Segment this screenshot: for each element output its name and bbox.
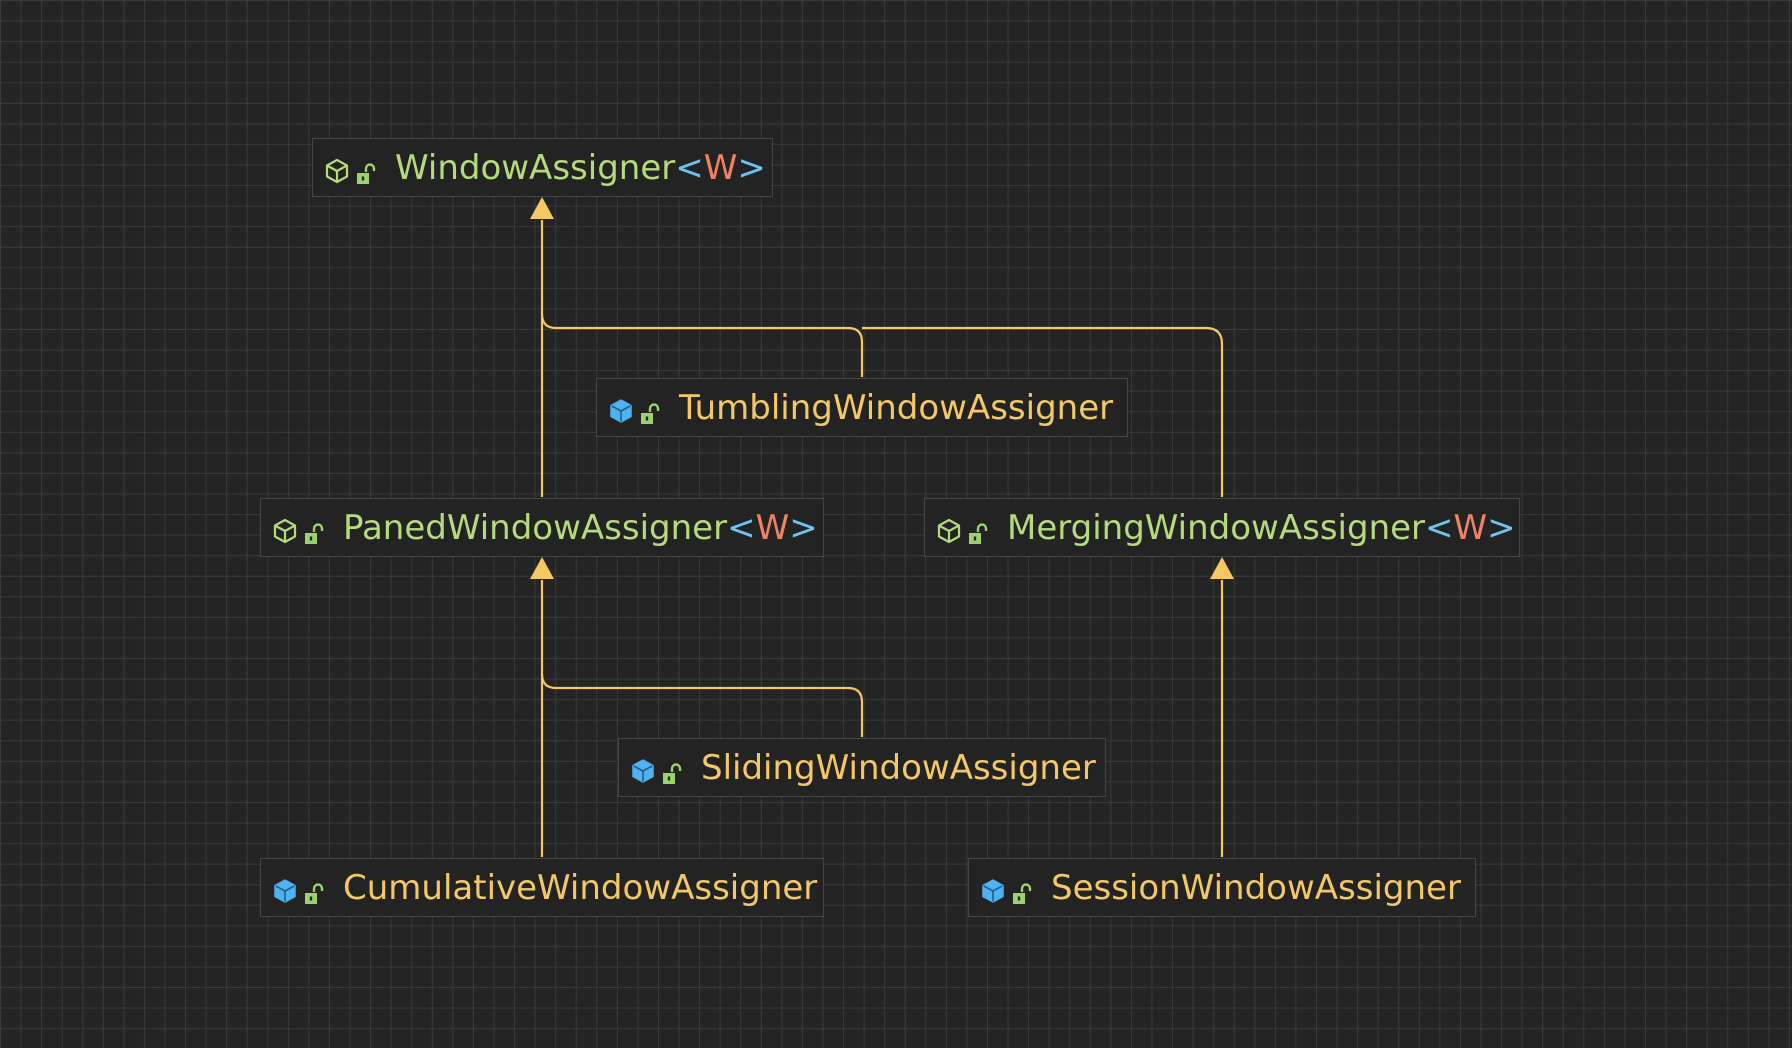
unlocked-public-icon (661, 756, 683, 784)
unlocked-public-icon (639, 396, 661, 424)
diagram-canvas: WindowAssigner < W > TumblingWindowAssigner… (0, 0, 1792, 1048)
node-name: SessionWindowAssigner (1051, 867, 1461, 908)
interface-icon (935, 514, 963, 543)
unlocked-public-icon (1011, 876, 1033, 904)
node-cumulative-window-assigner[interactable]: CumulativeWindowAssigner (260, 858, 824, 917)
node-merging-window-assigner[interactable]: MergingWindowAssigner < W > (924, 498, 1520, 557)
generic-close-bracket: > (737, 147, 766, 188)
unlocked-public-icon (303, 876, 325, 904)
generic-open-bracket: < (1425, 507, 1454, 548)
class-icon (979, 874, 1007, 903)
node-tumbling-window-assigner[interactable]: TumblingWindowAssigner (596, 378, 1128, 437)
node-name: WindowAssigner (395, 147, 676, 188)
node-name: PanedWindowAssigner (343, 507, 728, 548)
node-sliding-window-assigner[interactable]: SlidingWindowAssigner (618, 738, 1106, 797)
interface-icon (323, 154, 351, 183)
node-name: TumblingWindowAssigner (679, 387, 1114, 428)
class-icon (607, 394, 635, 423)
unlocked-public-icon (967, 516, 989, 544)
node-window-assigner[interactable]: WindowAssigner < W > (312, 138, 773, 197)
unlocked-public-icon (355, 156, 377, 184)
type-parameter: W (1453, 507, 1488, 548)
node-name: MergingWindowAssigner (1007, 507, 1426, 548)
interface-icon (271, 514, 299, 543)
class-icon (271, 874, 299, 903)
type-parameter: W (703, 147, 738, 188)
arrow-head-window (530, 197, 554, 219)
node-session-window-assigner[interactable]: SessionWindowAssigner (968, 858, 1476, 917)
node-paned-window-assigner[interactable]: PanedWindowAssigner < W > (260, 498, 824, 557)
node-name: SlidingWindowAssigner (701, 747, 1096, 788)
generic-open-bracket: < (727, 507, 756, 548)
node-name: CumulativeWindowAssigner (343, 867, 818, 908)
edge-sliding-to-paned (540, 673, 864, 737)
generic-open-bracket: < (675, 147, 704, 188)
edge-tumbling-to-window (540, 313, 864, 377)
unlocked-public-icon (303, 516, 325, 544)
arrow-head-merging (1210, 557, 1234, 579)
class-icon (629, 754, 657, 783)
generic-close-bracket: > (1487, 507, 1516, 548)
generic-close-bracket: > (789, 507, 818, 548)
type-parameter: W (755, 507, 790, 548)
arrow-head-paned (530, 557, 554, 579)
